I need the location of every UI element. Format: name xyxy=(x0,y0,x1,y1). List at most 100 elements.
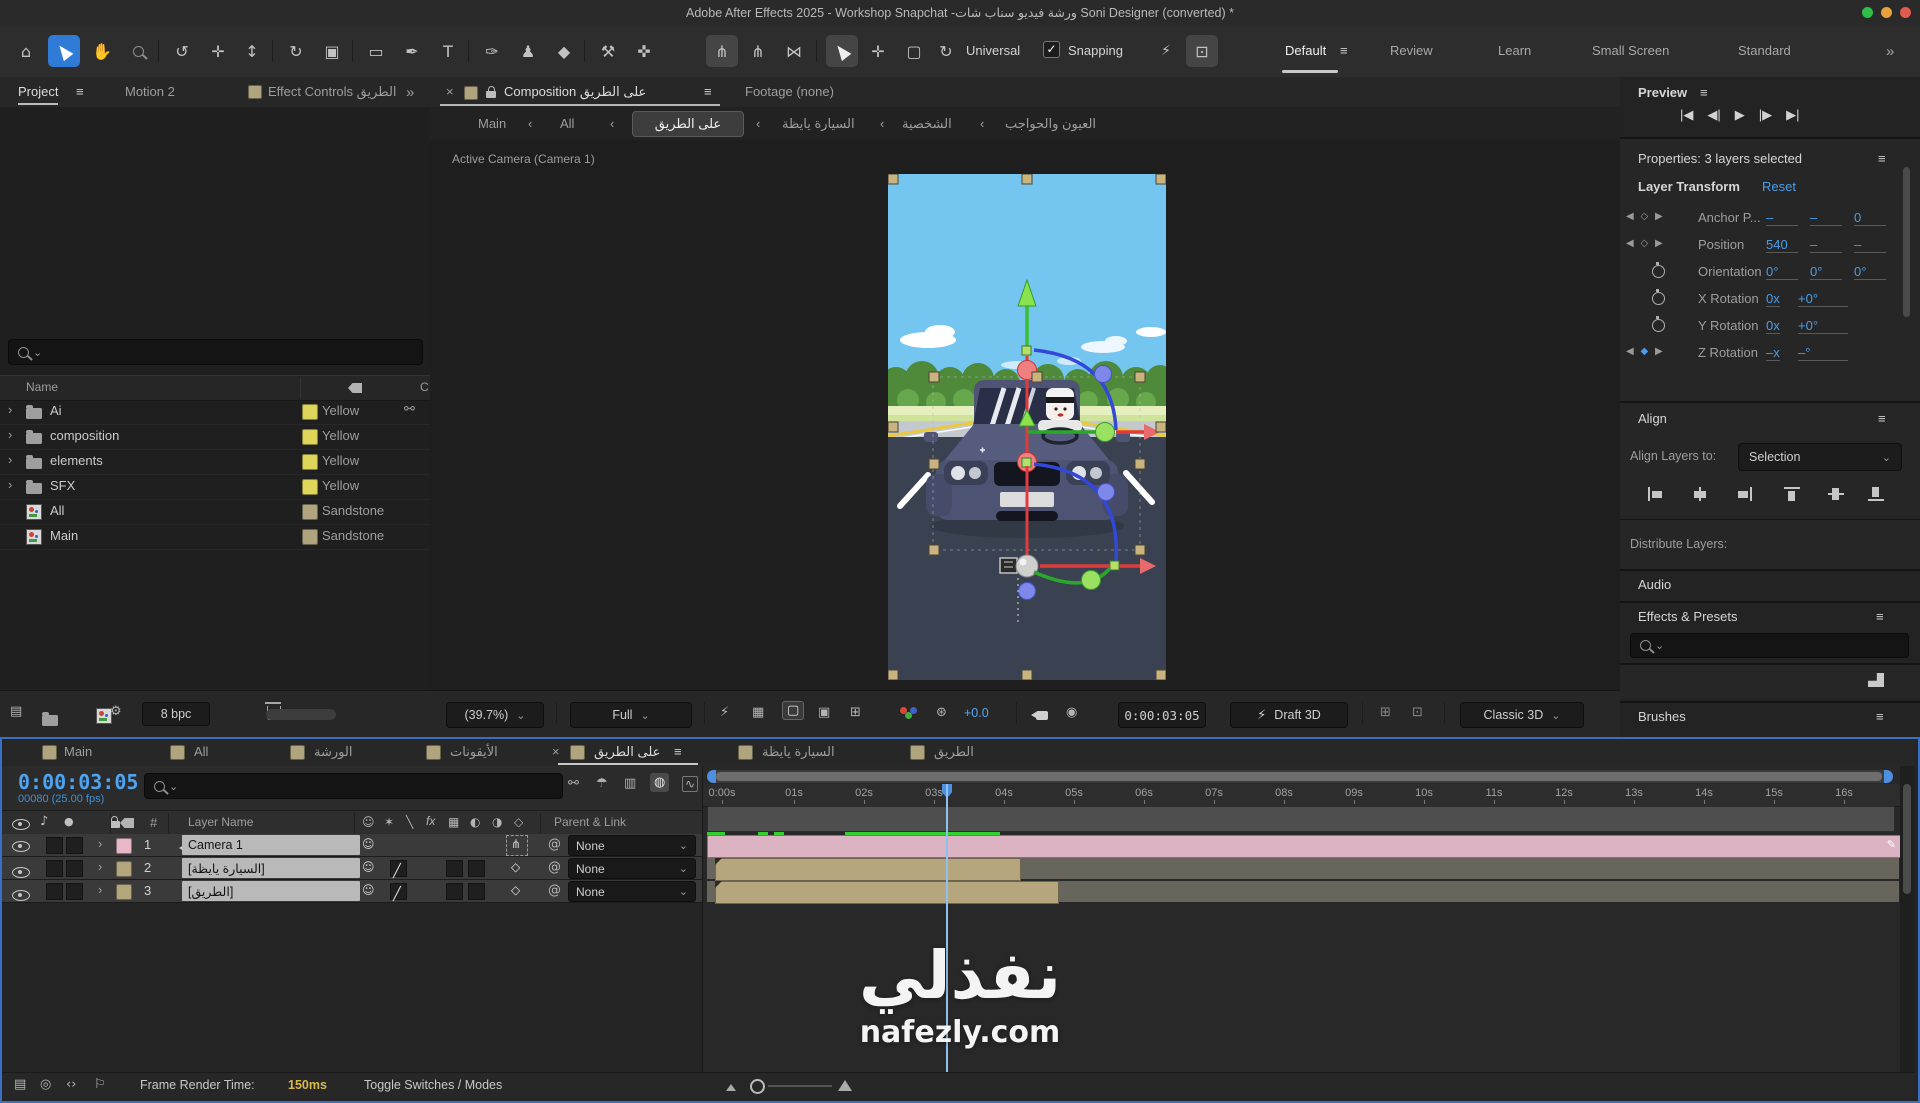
solo-cell[interactable] xyxy=(66,883,83,900)
toggle-switches-button[interactable]: Toggle Switches / Modes xyxy=(364,1078,502,1092)
motion-blur-column-icon[interactable]: ◐ xyxy=(470,815,480,829)
switch-cell[interactable] xyxy=(446,883,463,900)
project-row-sfx[interactable]: › SFX Yellow xyxy=(0,474,430,500)
properties-scrollbar[interactable] xyxy=(1903,167,1910,317)
expand-arrow-icon[interactable]: › xyxy=(8,402,12,417)
composition-mini-flowchart-icon[interactable]: ⚯ xyxy=(568,776,579,791)
exposure-value[interactable]: +0.0 xyxy=(964,706,989,720)
eye-icon[interactable] xyxy=(12,867,30,878)
breadcrumb-character[interactable]: الشخصية xyxy=(902,116,952,132)
shy-switch[interactable]: ☺ xyxy=(362,860,375,874)
timeline-tab-main[interactable]: Main xyxy=(64,744,92,759)
quality-cell[interactable]: ╱ xyxy=(390,883,407,900)
collapsed-panel[interactable] xyxy=(1620,665,1920,699)
layer-label-sandstone[interactable] xyxy=(116,884,132,900)
timeline-zoom-track[interactable] xyxy=(768,1085,832,1087)
guides-grid-icon[interactable]: ⊞ xyxy=(850,705,861,720)
renderer-dropdown[interactable]: Classic 3D⌄ xyxy=(1460,702,1584,728)
axis-icon[interactable]: ⋔ xyxy=(511,837,521,851)
project-row-ai[interactable]: › Ai Yellow ⚯ xyxy=(0,399,430,425)
eye-icon[interactable] xyxy=(12,841,30,852)
expand-arrow-icon[interactable]: › xyxy=(8,452,12,467)
scrollbar-right-handle[interactable] xyxy=(1884,770,1893,783)
timeline-tab-all[interactable]: All xyxy=(194,744,208,759)
hand-tool[interactable]: ✋ xyxy=(86,35,118,67)
label-swatch-yellow[interactable] xyxy=(302,479,318,495)
viewer-area[interactable]: Active Camera (Camera 1) xyxy=(430,140,1620,690)
axis-mode-view[interactable]: ⋈ xyxy=(778,35,810,67)
play-button[interactable]: ▶ xyxy=(1735,107,1745,129)
property-value[interactable]: 0x xyxy=(1766,291,1780,307)
resolution-dropdown[interactable]: Full⌄ xyxy=(570,702,692,728)
lock-icon[interactable] xyxy=(486,91,496,98)
breadcrumb-current[interactable]: على الطريق xyxy=(632,111,744,137)
breadcrumb-car[interactable]: السيارة يايظة xyxy=(782,116,855,132)
timeline-tab-road[interactable]: الطريق xyxy=(934,744,974,760)
property-value[interactable]: 0° xyxy=(1766,264,1798,280)
home-icon[interactable]: ⌂ xyxy=(10,35,42,67)
parent-pickwhip-icon[interactable]: @ xyxy=(548,860,561,875)
snapshot-camera-icon[interactable] xyxy=(1036,711,1048,720)
next-frame-button[interactable]: |▶ xyxy=(1759,107,1772,129)
tab-motion-2[interactable]: Motion 2 xyxy=(125,84,175,99)
stopwatch-icon[interactable] xyxy=(1652,292,1665,305)
scrollbar-left-handle[interactable] xyxy=(707,770,716,783)
property-value[interactable]: – xyxy=(1810,210,1842,226)
stopwatch-icon[interactable] xyxy=(1652,265,1665,278)
workspace-menu-icon[interactable]: ≡ xyxy=(1340,43,1348,58)
collapse-column-icon[interactable]: ✶ xyxy=(384,815,394,829)
zoom-tool[interactable] xyxy=(122,35,154,67)
orbit-camera-tool[interactable]: ↺ xyxy=(166,35,198,67)
keyframe-nav[interactable]: ◀ ◇ ▶ xyxy=(1626,211,1665,222)
threed-switch[interactable]: ◇ xyxy=(511,883,520,897)
dolly-camera-tool[interactable]: ↕ xyxy=(236,35,268,67)
align-right-button[interactable] xyxy=(1736,487,1752,501)
type-tool[interactable]: T xyxy=(432,35,464,67)
align-left-button[interactable] xyxy=(1648,487,1664,501)
render-engine-icon[interactable]: ⚙ xyxy=(110,704,122,719)
last-frame-button[interactable]: ▶| xyxy=(1786,107,1799,129)
pan-behind-tool[interactable]: ▣ xyxy=(316,35,348,67)
v-scrollbar-thumb[interactable] xyxy=(1903,784,1911,894)
parent-dropdown[interactable]: None⌄ xyxy=(568,858,696,879)
keyframe-nav-active[interactable]: ◀ ◆ ▶ xyxy=(1626,346,1665,357)
property-value[interactable]: – xyxy=(1766,210,1798,226)
snapping-checkbox[interactable]: ✓ xyxy=(1043,41,1060,58)
project-search-input[interactable]: ⌄ xyxy=(8,339,423,365)
layer-name[interactable]: [الطريق] xyxy=(182,881,360,901)
gizmo-select-tool[interactable] xyxy=(826,35,858,67)
brushes-panel-title[interactable]: Brushes xyxy=(1638,709,1686,724)
align-bottom-button[interactable] xyxy=(1868,487,1884,501)
timeline-tab-active[interactable]: على الطريق xyxy=(594,744,660,760)
solo-column-icon[interactable]: ● xyxy=(64,815,74,828)
time-ruler[interactable]: 0:00s 01s 02s 03s 04s 05s 06s 07s 08s 09… xyxy=(703,784,1901,807)
expand-arrow-icon[interactable]: › xyxy=(8,427,12,442)
timeline-search-input[interactable]: ⌄ xyxy=(144,773,563,799)
timeline-h-scrollbar[interactable] xyxy=(707,770,1893,783)
scrollbar-thumb[interactable] xyxy=(716,772,1882,781)
project-row-composition[interactable]: › composition Yellow xyxy=(0,424,430,450)
label-swatch-yellow[interactable] xyxy=(302,429,318,445)
brackets-icon[interactable]: ‹› xyxy=(66,1077,76,1092)
workspace-tab-small-screen[interactable]: Small Screen xyxy=(1592,43,1669,58)
layer-bar-camera[interactable]: ✎ xyxy=(707,835,1901,858)
tab-composition[interactable]: Composition على الطريق xyxy=(504,84,646,100)
effects-search-input[interactable]: ⌄ xyxy=(1630,633,1909,658)
workspace-overflow-icon[interactable]: » xyxy=(1886,43,1894,60)
align-top-button[interactable] xyxy=(1784,487,1800,501)
shy-switch[interactable]: ☺ xyxy=(362,883,375,897)
align-to-dropdown[interactable]: Selection⌄ xyxy=(1738,443,1902,471)
timeline-timecode[interactable]: 0:00:03:05 xyxy=(18,770,138,794)
effects-menu-icon[interactable]: ≡ xyxy=(1876,609,1884,624)
shy-switch[interactable]: ☺ xyxy=(362,837,375,851)
layer-name[interactable]: [السيارة يايظة] xyxy=(182,858,360,878)
layer-name[interactable]: Camera 1 xyxy=(182,835,360,855)
label-swatch-yellow[interactable] xyxy=(302,454,318,470)
parent-pickwhip-icon[interactable]: @ xyxy=(548,837,561,852)
quality-cell[interactable]: ╱ xyxy=(390,860,407,877)
project-row-all[interactable]: All Sandstone xyxy=(0,499,430,525)
project-panel-menu-icon[interactable]: ≡ xyxy=(76,84,84,99)
timeline-tab-car[interactable]: السيارة يايظة xyxy=(762,744,835,760)
label-swatch-sandstone[interactable] xyxy=(302,504,318,520)
previous-frame-button[interactable]: ◀| xyxy=(1707,107,1720,129)
